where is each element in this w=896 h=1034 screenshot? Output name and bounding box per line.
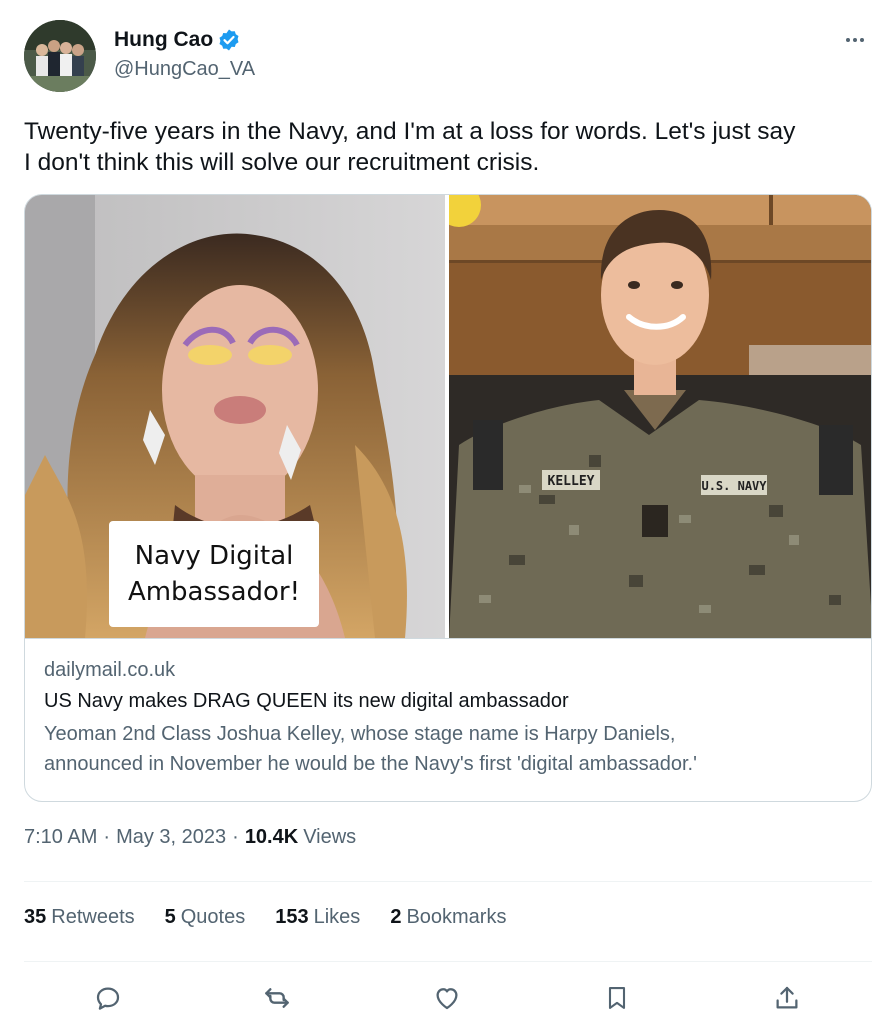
bookmarks-count: 2 xyxy=(390,906,402,928)
meta-separator: · xyxy=(232,826,239,848)
author-display-name[interactable]: Hung Cao xyxy=(114,28,213,52)
likes-count: 153 xyxy=(275,906,309,928)
card-image-left: Navy Digital Ambassador! xyxy=(25,195,445,638)
quotes-count: 5 xyxy=(164,906,176,928)
uniform-name-tag: KELLEY xyxy=(548,474,595,489)
tweet-text: Twenty-five years in the Navy, and I'm a… xyxy=(24,116,872,178)
tweet-text-line: I don't think this will solve our recrui… xyxy=(24,149,540,176)
tweet-meta: 7:10 AM · May 3, 2023 · 10.4K Views xyxy=(24,826,356,849)
card-description: Yeoman 2nd Class Joshua Kelley, whose st… xyxy=(44,719,844,779)
tweet-header: Hung Cao @HungCao_VA xyxy=(24,20,872,92)
likes-label: Likes xyxy=(313,906,361,928)
card-title: US Navy makes DRAG QUEEN its new digital… xyxy=(44,690,569,712)
reply-icon[interactable] xyxy=(88,978,128,1018)
avatar[interactable] xyxy=(24,20,96,92)
share-icon[interactable] xyxy=(767,978,807,1018)
verified-badge-icon xyxy=(217,28,241,52)
retweets-stat[interactable]: 35 Retweets xyxy=(24,906,135,929)
retweets-count: 35 xyxy=(24,906,47,928)
meta-separator: · xyxy=(103,826,111,848)
image-caption: Navy Digital Ambassador! xyxy=(109,521,319,627)
quotes-label: Quotes xyxy=(180,906,246,928)
likes-stat[interactable]: 153 Likes xyxy=(275,906,360,929)
bookmarks-stat[interactable]: 2 Bookmarks xyxy=(390,906,506,929)
quotes-stat[interactable]: 5 Quotes xyxy=(165,906,246,929)
more-horizontal-icon[interactable] xyxy=(840,30,870,50)
card-domain: dailymail.co.uk xyxy=(44,659,176,681)
tweet-actions xyxy=(24,978,872,1018)
card-description-line: announced in November he would be the Na… xyxy=(44,753,697,775)
image-caption-line: Navy Digital xyxy=(134,541,294,571)
author-handle[interactable]: @HungCao_VA xyxy=(114,58,255,81)
divider xyxy=(24,881,872,882)
card-media[interactable]: Navy Digital Ambassador! KELLEY U.S. NAV… xyxy=(25,195,871,638)
tweet-date[interactable]: May 3, 2023 xyxy=(116,826,226,849)
retweets-label: Retweets xyxy=(51,906,135,928)
link-preview-card[interactable]: Navy Digital Ambassador! KELLEY U.S. NAV… xyxy=(24,194,872,802)
views-count: 10.4K xyxy=(244,826,299,848)
card-image-right: KELLEY U.S. NAVY xyxy=(449,195,871,638)
author-name-row[interactable]: Hung Cao xyxy=(114,28,241,52)
retweet-icon[interactable] xyxy=(257,978,297,1018)
views-label: Views xyxy=(303,826,357,848)
bookmarks-label: Bookmarks xyxy=(406,906,507,928)
tweet-text-line: Twenty-five years in the Navy, and I'm a… xyxy=(24,118,796,145)
card-info[interactable]: dailymail.co.uk US Navy makes DRAG QUEEN… xyxy=(25,638,871,801)
tweet-time[interactable]: 7:10 AM xyxy=(24,826,97,849)
heart-icon[interactable] xyxy=(427,978,467,1018)
bookmark-icon[interactable] xyxy=(597,978,637,1018)
divider xyxy=(24,961,872,962)
card-description-line: Yeoman 2nd Class Joshua Kelley, whose st… xyxy=(44,723,676,745)
uniform-branch-tag: U.S. NAVY xyxy=(701,479,767,493)
image-caption-line: Ambassador! xyxy=(127,577,301,607)
tweet-stats: 35 Retweets 5 Quotes 153 Likes 2 Bookmarks xyxy=(24,906,536,929)
